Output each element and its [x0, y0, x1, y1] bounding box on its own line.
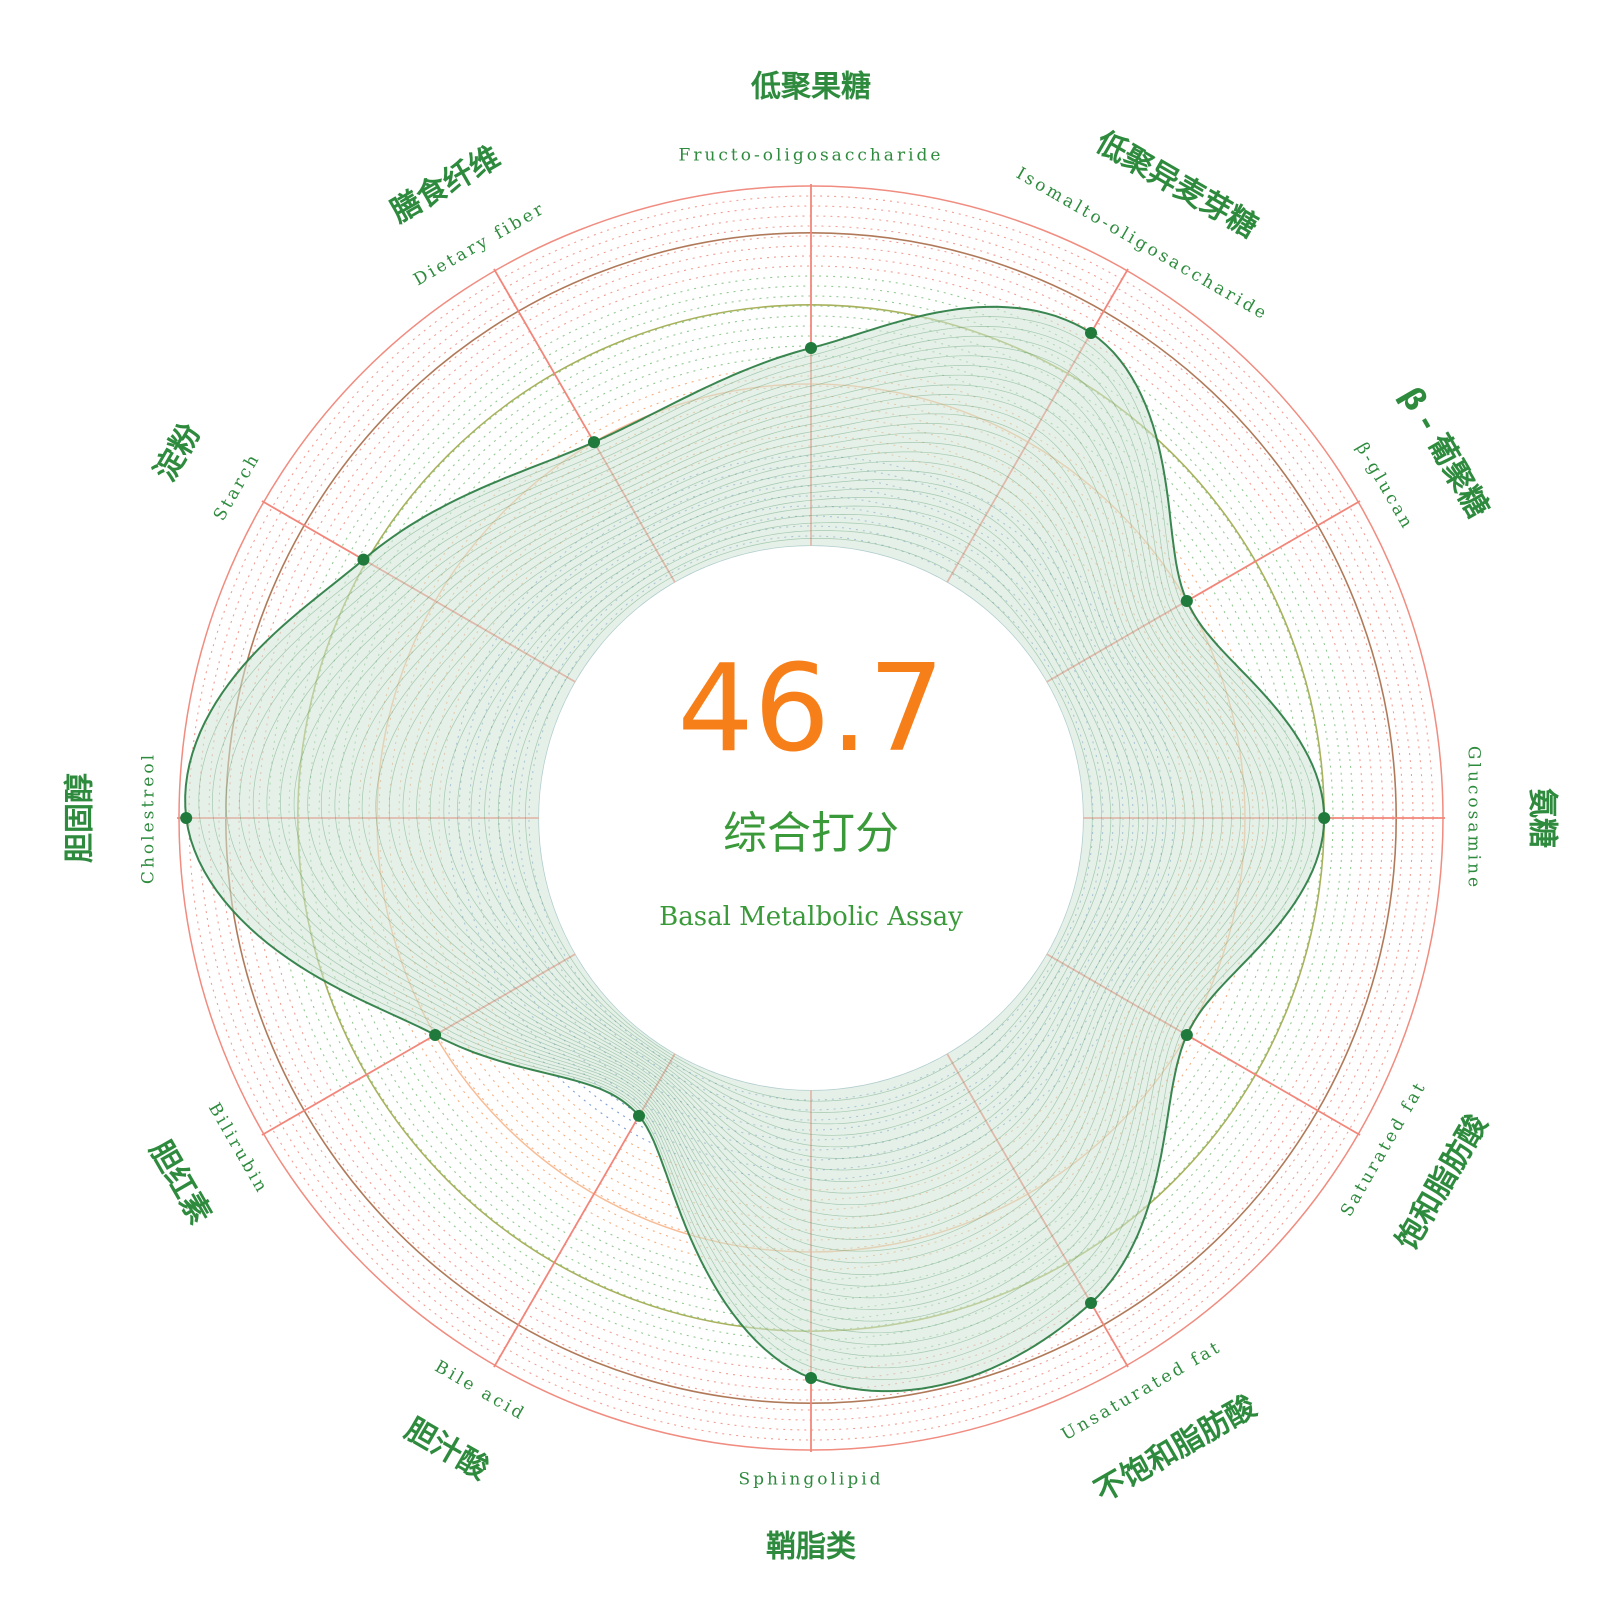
category-label-cn: 鞘脂类	[766, 1530, 856, 1565]
category-label-cn: β - 葡聚糖	[1393, 381, 1496, 524]
data-point	[588, 436, 600, 449]
data-point	[1085, 327, 1097, 340]
data-point	[1180, 1029, 1193, 1041]
category-label-cn: 低聚果糖	[750, 70, 871, 105]
data-point	[357, 553, 370, 566]
category-label-cn: 膳食纤维	[385, 140, 506, 230]
category-label-cn: 胆红素	[142, 1135, 217, 1230]
category-label-en: Isomalto-oligosaccharide	[1013, 164, 1272, 325]
score-title-en: Basal Metalbolic Assay	[659, 902, 963, 932]
radar-chart: Fructo-oligosaccharide 低聚果糖 Isomalto-oligo…	[63, 70, 1560, 1565]
data-point	[805, 342, 817, 354]
data-point	[429, 1029, 442, 1041]
data-point	[1085, 1296, 1097, 1309]
category-label-cn: 氨糖	[1525, 788, 1560, 848]
data-point	[1318, 812, 1331, 824]
category-label-en: Sphingolipid	[738, 1470, 883, 1490]
data-point	[633, 1109, 645, 1122]
category-label-en: Starch	[210, 449, 265, 524]
category-label-en: β-glucan	[1352, 440, 1418, 534]
data-point	[1180, 595, 1193, 607]
score-value: 46.7	[677, 640, 944, 779]
category-label-en: Glucosamine	[1464, 746, 1484, 890]
category-label-cn: 胆汁酸	[399, 1412, 495, 1488]
data-point	[805, 1372, 817, 1384]
data-point	[180, 812, 193, 824]
category-label-en: Bile acid	[431, 1357, 529, 1425]
category-label-cn: 胆固醇	[63, 773, 98, 863]
score-title-cn: 综合打分	[723, 808, 899, 859]
category-label-en: Bilirubin	[204, 1100, 272, 1198]
category-label-en: Cholestreol	[139, 752, 159, 884]
category-label-en: Fructo-oligosaccharide	[679, 146, 944, 166]
category-label-cn: 淀粉	[148, 418, 208, 487]
